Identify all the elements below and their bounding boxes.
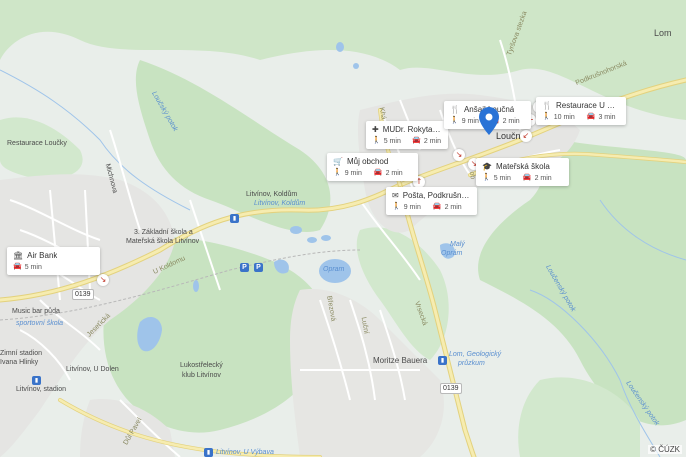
poi-card-restaurace-u-tys[interactable]: 🍴Restaurace U Tyš… 🚶10 min 🚘3 min bbox=[536, 97, 626, 125]
poi-walk-time: 9 min bbox=[403, 203, 421, 211]
map-attribution: © ČÚZK bbox=[648, 445, 682, 454]
poi-name: MUDr. Rokyta Jan bbox=[382, 125, 441, 134]
transit-label: Litvínov, U Výbava bbox=[216, 449, 274, 456]
poi-walk-time: 9 min bbox=[344, 169, 362, 177]
car-icon: 🚘 bbox=[522, 174, 532, 181]
place-label: průzkum bbox=[458, 360, 485, 367]
poi-car-time: 5 min bbox=[24, 263, 42, 271]
poi-walk-time: 5 min bbox=[383, 137, 401, 145]
street-label: ob bbox=[467, 171, 477, 180]
cart-icon: 🛒 bbox=[333, 157, 343, 166]
car-icon: 🚘 bbox=[412, 137, 421, 144]
town-label: Lom bbox=[654, 28, 672, 38]
poi-car-time: 2 min bbox=[423, 137, 441, 145]
place-label: klub Litvínov bbox=[182, 372, 221, 379]
poi-car-time: 2 min bbox=[534, 174, 552, 182]
road-number-shield: 0139 bbox=[72, 289, 94, 300]
walk-icon: 🚶 bbox=[482, 174, 491, 181]
poi-car-time: 2 min bbox=[502, 117, 520, 125]
poi-name: Mateřská škola bbox=[495, 162, 550, 171]
poi-car-time: 2 min bbox=[385, 169, 403, 177]
poi-name: Air Bank bbox=[27, 251, 58, 260]
medical-icon: ✚ bbox=[372, 125, 379, 134]
poi-name: Restaurace U Tyš… bbox=[555, 101, 619, 110]
bus-stop-icon[interactable]: ▮ bbox=[32, 376, 41, 385]
transit-label: Litvínov, Koldům bbox=[254, 200, 306, 207]
place-label: Restaurace Loučky bbox=[7, 140, 67, 147]
place-label: Mateřská škola Litvínov bbox=[126, 238, 200, 245]
map-canvas[interactable]: Restaurace Loučky Michnova 3. Základní š… bbox=[0, 0, 686, 457]
transit-label: Litvínov, U Dolen bbox=[66, 366, 119, 373]
walk-icon: 🚶 bbox=[372, 137, 381, 144]
poi-walk-time: 10 min bbox=[553, 113, 575, 121]
poi-card-mudr-rokyta[interactable]: ✚MUDr. Rokyta Jan 🚶5 min 🚘2 min bbox=[366, 121, 448, 149]
place-label: sportovní škola bbox=[16, 320, 64, 327]
walk-icon: 🚶 bbox=[542, 113, 551, 120]
poi-card-muj-obchod[interactable]: 🛒 Můj obchod 🚶 9 min 🚘 2 min bbox=[327, 153, 418, 181]
place-label: 3. Základní škola a bbox=[134, 229, 193, 236]
water-label: Oprám bbox=[441, 250, 463, 257]
location-pin-icon[interactable] bbox=[479, 107, 499, 135]
poi-card-materska-skola[interactable]: 🎓 Mateřská škola 🚶 5 min 🚘 2 min bbox=[476, 158, 569, 186]
map-base bbox=[0, 0, 686, 457]
car-icon: 🚘 bbox=[586, 113, 596, 120]
poi-pointer-icon[interactable]: ↘ bbox=[453, 149, 465, 161]
bus-stop-icon[interactable]: ▮ bbox=[204, 448, 213, 457]
bus-stop-icon[interactable]: ▮ bbox=[230, 214, 239, 223]
poi-pointer-icon[interactable]: ↙ bbox=[520, 130, 532, 142]
transit-label: Litvínov, stadion bbox=[16, 386, 67, 393]
parking-icon[interactable]: P bbox=[240, 263, 249, 272]
walk-icon: 🚶 bbox=[450, 117, 459, 124]
walk-icon: 🚶 bbox=[392, 203, 401, 210]
place-label: Lom, Geologický bbox=[449, 351, 502, 358]
place-label: Lukostřelecký bbox=[180, 362, 223, 369]
water-label: Malý bbox=[450, 241, 465, 248]
poi-name: Můj obchod bbox=[346, 157, 389, 166]
restaurant-icon: 🍴 bbox=[450, 105, 460, 114]
walk-icon: 🚶 bbox=[333, 169, 342, 176]
poi-card-air-bank[interactable]: 🏛 Air Bank 🚘 5 min bbox=[7, 247, 100, 275]
car-icon: 🚘 bbox=[373, 169, 383, 176]
place-label: Ivana Hlinky bbox=[0, 359, 39, 366]
poi-name: Pošta, Podkrušno… bbox=[402, 191, 470, 200]
road-number-shield: 0139 bbox=[440, 383, 462, 394]
place-label: Zimní stadion bbox=[0, 350, 43, 357]
poi-card-posta[interactable]: ✉ Pošta, Podkrušno… 🚶 9 min 🚘 2 min bbox=[386, 187, 477, 215]
poi-walk-time: 9 min bbox=[461, 117, 479, 125]
post-icon: ✉ bbox=[392, 191, 399, 200]
place-label: Litvínov, Koldům bbox=[246, 191, 298, 198]
place-label: Music bar půda bbox=[12, 308, 60, 315]
bank-icon: 🏛 bbox=[13, 251, 24, 260]
poi-car-time: 3 min bbox=[598, 113, 616, 121]
poi-pointer-icon[interactable]: ↘ bbox=[97, 274, 109, 286]
parking-icon[interactable]: P bbox=[254, 263, 263, 272]
poi-walk-time: 5 min bbox=[493, 174, 511, 182]
car-icon: 🚘 bbox=[13, 263, 22, 270]
school-icon: 🎓 bbox=[482, 162, 492, 171]
water-label: Opram bbox=[323, 266, 345, 273]
street-label: Moritze Bauera bbox=[373, 356, 428, 365]
poi-car-time: 2 min bbox=[444, 203, 462, 211]
bus-stop-icon[interactable]: ▮ bbox=[438, 356, 447, 365]
car-icon: 🚘 bbox=[432, 203, 442, 210]
restaurant-icon: 🍴 bbox=[542, 101, 552, 110]
